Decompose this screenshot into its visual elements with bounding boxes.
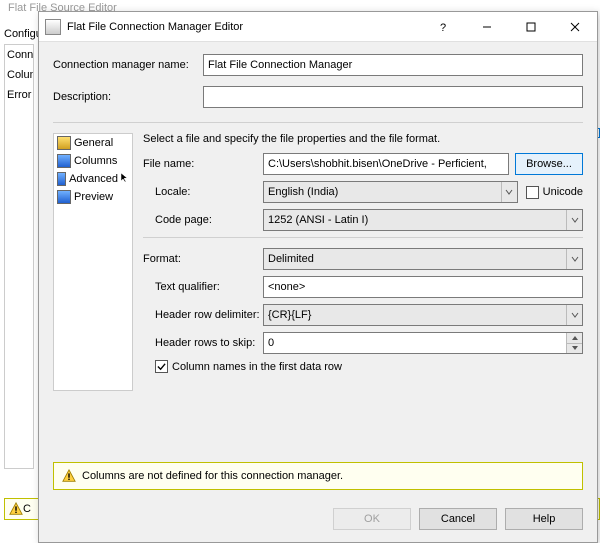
warning-bar: Columns are not defined for this connect…	[53, 462, 583, 490]
format-value: Delimited	[268, 253, 314, 265]
locale-select[interactable]: English (India)	[263, 181, 518, 203]
cursor-icon	[121, 173, 129, 186]
hrd-select[interactable]: {CR}{LF}	[263, 304, 583, 326]
chevron-down-icon	[566, 210, 582, 230]
chevron-down-icon	[501, 182, 517, 202]
separator	[143, 237, 583, 238]
nav-advanced[interactable]: Advanced	[54, 170, 132, 188]
preview-icon	[57, 190, 71, 204]
nav-list: General Columns Advanced Preview	[53, 133, 133, 391]
general-icon	[57, 136, 71, 150]
bg-item: Conne	[5, 45, 33, 65]
check-icon	[157, 362, 166, 371]
colnames-label: Column names in the first data row	[172, 361, 342, 373]
filename-input[interactable]: C:\Users\shobhit.bisen\OneDrive - Perfic…	[263, 153, 509, 175]
chevron-down-icon	[566, 249, 582, 269]
hskip-label: Header rows to skip:	[143, 337, 263, 349]
separator	[53, 122, 583, 123]
chevron-down-icon	[566, 305, 582, 325]
warning-icon	[9, 502, 23, 516]
warning-text: Columns are not defined for this connect…	[82, 470, 343, 482]
hrd-value: {CR}{LF}	[268, 309, 311, 321]
help-button[interactable]: ?	[421, 12, 465, 42]
hskip-value: 0	[268, 337, 274, 349]
minimize-button[interactable]	[465, 12, 509, 42]
spinner-down-icon[interactable]	[567, 344, 582, 354]
unicode-label: Unicode	[543, 186, 583, 198]
titlebar: Flat File Connection Manager Editor ?	[39, 12, 597, 42]
locale-value: English (India)	[268, 186, 338, 198]
nav-columns[interactable]: Columns	[54, 152, 132, 170]
unicode-checkbox[interactable]	[526, 186, 539, 199]
bg-warning-text: C	[23, 503, 31, 515]
help-button[interactable]: Help	[505, 508, 583, 530]
advanced-icon	[57, 172, 66, 186]
nav-label: General	[74, 137, 113, 149]
filename-label: File name:	[143, 158, 263, 170]
codepage-label: Code page:	[143, 214, 263, 226]
nav-label: Columns	[74, 155, 117, 167]
panel-instruction: Select a file and specify the file prope…	[143, 133, 583, 145]
nav-preview[interactable]: Preview	[54, 188, 132, 206]
codepage-select[interactable]: 1252 (ANSI - Latin I)	[263, 209, 583, 231]
hskip-input[interactable]: 0	[263, 332, 583, 354]
dialog-title: Flat File Connection Manager Editor	[67, 21, 421, 33]
bg-item: Error C	[5, 85, 33, 105]
textq-label: Text qualifier:	[143, 281, 263, 293]
connection-manager-dialog: Flat File Connection Manager Editor ? Co…	[38, 11, 598, 543]
browse-button[interactable]: Browse...	[515, 153, 583, 175]
close-button[interactable]	[553, 12, 597, 42]
bg-sidebar: Conne Colum Error C	[4, 44, 34, 469]
app-icon	[45, 19, 61, 35]
nav-label: Advanced	[69, 173, 118, 185]
cancel-button[interactable]: Cancel	[419, 508, 497, 530]
svg-text:?: ?	[440, 22, 446, 32]
nav-general[interactable]: General	[54, 134, 132, 152]
columns-icon	[57, 154, 71, 168]
bg-item: Colum	[5, 65, 33, 85]
hrd-label: Header row delimiter:	[143, 309, 263, 321]
format-label: Format:	[143, 253, 263, 265]
conn-name-input[interactable]: Flat File Connection Manager	[203, 54, 583, 76]
textq-input[interactable]: <none>	[263, 276, 583, 298]
maximize-button[interactable]	[509, 12, 553, 42]
conn-name-label: Connection manager name:	[53, 59, 203, 71]
spinner[interactable]	[566, 333, 582, 353]
spinner-up-icon[interactable]	[567, 333, 582, 344]
colnames-checkbox[interactable]	[155, 360, 168, 373]
nav-label: Preview	[74, 191, 113, 203]
format-select[interactable]: Delimited	[263, 248, 583, 270]
ok-button: OK	[333, 508, 411, 530]
locale-label: Locale:	[143, 186, 263, 198]
button-bar: OK Cancel Help	[53, 500, 583, 542]
description-label: Description:	[53, 91, 203, 103]
warning-icon	[62, 469, 76, 483]
description-input[interactable]	[203, 86, 583, 108]
codepage-value: 1252 (ANSI - Latin I)	[268, 214, 368, 226]
properties-panel: Select a file and specify the file prope…	[143, 133, 583, 456]
